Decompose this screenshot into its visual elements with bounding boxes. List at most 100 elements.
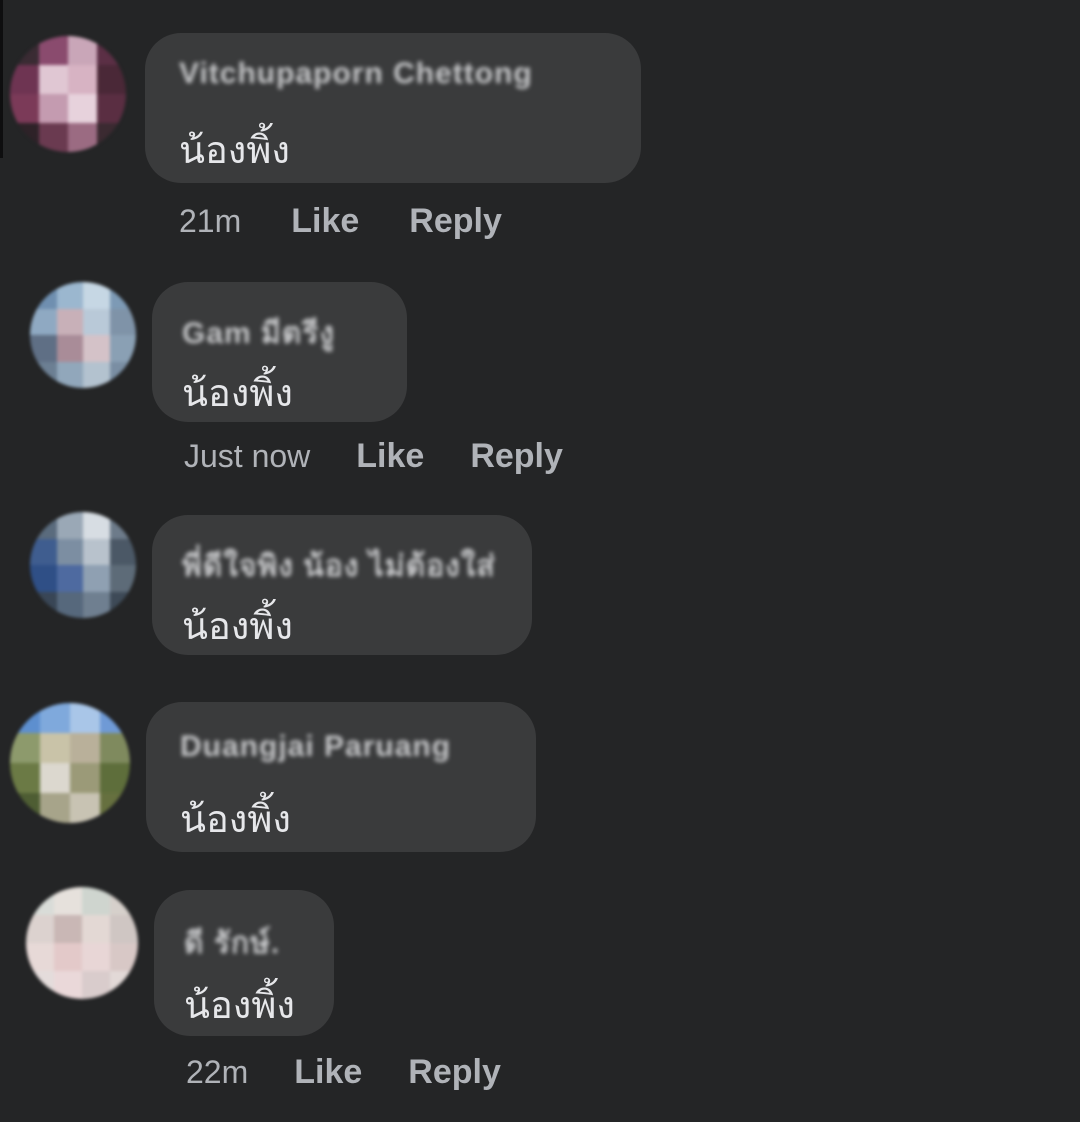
avatar-pixel bbox=[82, 943, 110, 971]
left-edge-divider bbox=[0, 0, 3, 158]
comment-bubble: Gam มีตรีงู น้องพิ้ง bbox=[152, 282, 407, 422]
avatar-pixel bbox=[109, 565, 136, 592]
avatar-pixel bbox=[56, 591, 83, 618]
avatar-pixel bbox=[100, 733, 130, 763]
comment-text: น้องพิ้ง bbox=[179, 128, 290, 172]
avatar[interactable] bbox=[10, 36, 126, 152]
avatar-pixel bbox=[110, 887, 138, 915]
avatar-pixel bbox=[109, 538, 136, 565]
avatar-pixel bbox=[83, 538, 110, 565]
comment-author[interactable]: พี่ดีใจพิง น้อง ไม่ต้องใส่ bbox=[182, 543, 496, 590]
avatar-pixel bbox=[10, 65, 39, 94]
avatar-pixel bbox=[30, 282, 57, 309]
comment-author[interactable]: Gam มีตรีงู bbox=[182, 310, 335, 357]
avatar-pixel bbox=[56, 308, 83, 335]
avatar-pixel bbox=[54, 971, 82, 999]
avatar-pixel bbox=[109, 282, 136, 309]
avatar-pixel bbox=[30, 591, 57, 618]
avatar-pixel bbox=[40, 793, 70, 823]
avatar-pixel bbox=[56, 565, 83, 592]
avatar-pixel bbox=[54, 915, 82, 943]
reply-button[interactable]: Reply bbox=[408, 1053, 501, 1092]
reply-button[interactable]: Reply bbox=[409, 202, 502, 241]
like-button[interactable]: Like bbox=[291, 202, 359, 241]
comment-text: น้องพิ้ง bbox=[180, 797, 291, 841]
avatar-pixel bbox=[30, 361, 57, 388]
avatar-pixel bbox=[56, 361, 83, 388]
avatar[interactable] bbox=[10, 703, 130, 823]
avatar-pixel bbox=[68, 94, 97, 123]
avatar-pixel bbox=[97, 65, 126, 94]
avatar-pixel bbox=[26, 915, 54, 943]
reply-button[interactable]: Reply bbox=[470, 437, 563, 476]
comment-author[interactable]: Vitchupaporn Chettong bbox=[179, 57, 533, 91]
avatar-pixel bbox=[39, 36, 68, 65]
comment-text: น้องพิ้ง bbox=[184, 983, 295, 1027]
avatar-pixel bbox=[68, 36, 97, 65]
comment-meta: 22m Like Reply bbox=[186, 1053, 501, 1092]
avatar-pixel bbox=[83, 591, 110, 618]
comments-panel: Vitchupaporn Chettong น้องพิ้ง 21m Like … bbox=[0, 0, 1080, 1122]
comment-author[interactable]: Duangjai Paruang bbox=[180, 730, 451, 764]
avatar-pixel bbox=[82, 915, 110, 943]
avatar-pixel bbox=[56, 335, 83, 362]
avatar-pixel bbox=[70, 793, 100, 823]
avatar-pixel bbox=[97, 123, 126, 152]
avatar-pixel bbox=[100, 793, 130, 823]
avatar-pixel bbox=[54, 943, 82, 971]
comment-timestamp: 22m bbox=[186, 1054, 249, 1090]
avatar-pixel bbox=[10, 703, 40, 733]
avatar-pixel bbox=[30, 308, 57, 335]
avatar-pixel bbox=[70, 733, 100, 763]
comment-timestamp: Just now bbox=[184, 438, 311, 474]
avatar-pixel bbox=[83, 512, 110, 539]
avatar-pixel bbox=[110, 915, 138, 943]
avatar-pixel bbox=[97, 94, 126, 123]
avatar-pixel bbox=[83, 335, 110, 362]
avatar-pixel bbox=[68, 65, 97, 94]
like-button[interactable]: Like bbox=[294, 1053, 362, 1092]
avatar-pixel bbox=[56, 282, 83, 309]
avatar-pixel bbox=[10, 36, 39, 65]
avatar-pixel bbox=[40, 763, 70, 793]
avatar-pixel bbox=[109, 591, 136, 618]
avatar-pixel bbox=[109, 512, 136, 539]
like-button[interactable]: Like bbox=[356, 437, 424, 476]
avatar-pixel bbox=[26, 943, 54, 971]
avatar-pixel bbox=[70, 763, 100, 793]
avatar-pixel bbox=[30, 565, 57, 592]
comment-bubble: Vitchupaporn Chettong น้องพิ้ง bbox=[145, 33, 641, 183]
avatar-pixel bbox=[26, 887, 54, 915]
avatar-pixel bbox=[10, 733, 40, 763]
comment-text: น้องพิ้ง bbox=[182, 604, 293, 648]
avatar-pixel bbox=[39, 123, 68, 152]
avatar-pixel bbox=[100, 703, 130, 733]
avatar-pixel bbox=[40, 703, 70, 733]
avatar-pixel bbox=[10, 793, 40, 823]
avatar-pixel bbox=[109, 308, 136, 335]
comment-meta: Just now Like Reply bbox=[184, 437, 563, 476]
avatar-pixel bbox=[70, 703, 100, 733]
avatar-pixel bbox=[110, 971, 138, 999]
avatar[interactable] bbox=[30, 512, 136, 618]
avatar-pixel bbox=[97, 36, 126, 65]
comment-bubble: Duangjai Paruang น้องพิ้ง bbox=[146, 702, 536, 852]
avatar-pixel bbox=[39, 65, 68, 94]
avatar-pixel bbox=[82, 887, 110, 915]
avatar-pixel bbox=[26, 971, 54, 999]
avatar-pixel bbox=[83, 361, 110, 388]
avatar-pixel bbox=[56, 512, 83, 539]
comment-author[interactable]: ดี รักษ์. bbox=[184, 920, 280, 967]
avatar[interactable] bbox=[26, 887, 138, 999]
avatar-pixel bbox=[56, 538, 83, 565]
avatar-pixel bbox=[68, 123, 97, 152]
avatar-pixel bbox=[10, 94, 39, 123]
avatar-pixel bbox=[10, 763, 40, 793]
avatar-pixel bbox=[82, 971, 110, 999]
avatar-pixel bbox=[83, 308, 110, 335]
avatar-pixel bbox=[109, 335, 136, 362]
avatar[interactable] bbox=[30, 282, 136, 388]
avatar-pixel bbox=[10, 123, 39, 152]
avatar-pixel bbox=[30, 538, 57, 565]
avatar-pixel bbox=[54, 887, 82, 915]
